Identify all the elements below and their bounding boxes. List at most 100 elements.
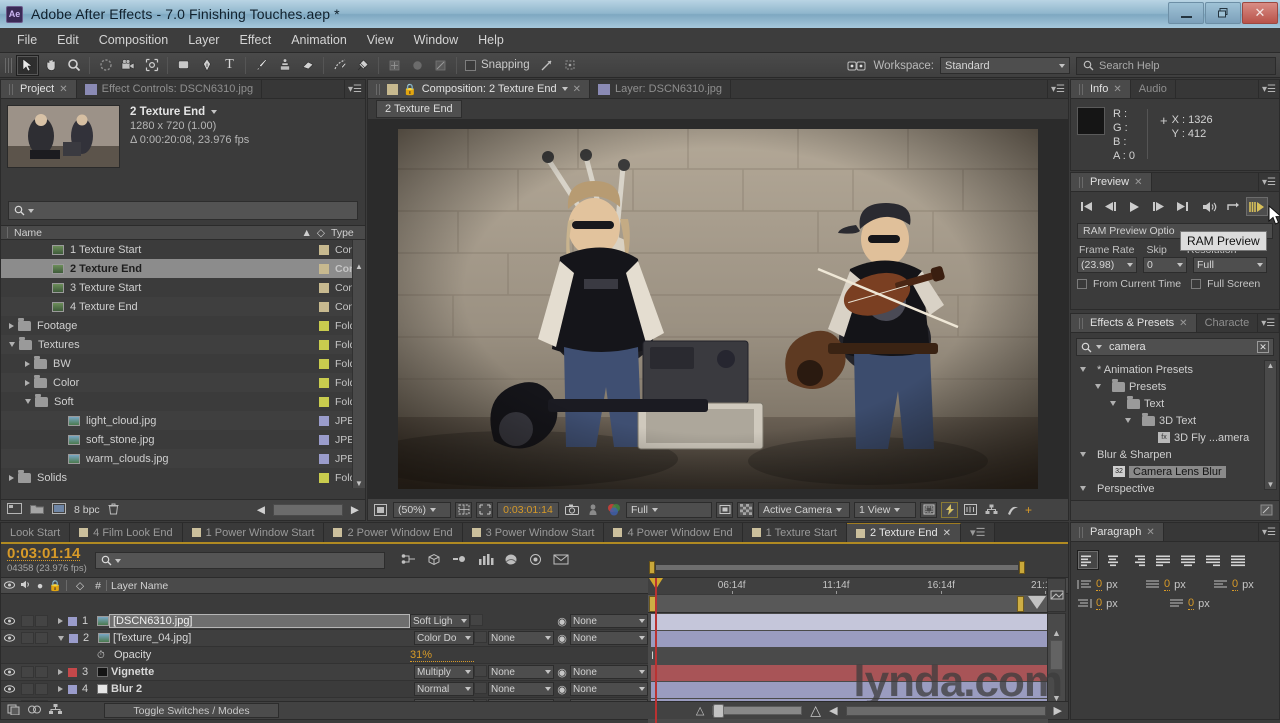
timeline-layer-row[interactable]: 1 [DSCN6310.jpg] Soft Ligh ◉ None — [1, 613, 648, 630]
resolution-select[interactable]: Full — [626, 501, 712, 518]
menu-window[interactable]: Window — [405, 30, 467, 50]
label-color-swatch[interactable] — [319, 339, 329, 350]
work-area-end-marker[interactable] — [1017, 596, 1024, 612]
blend-mode-select[interactable]: Color Do — [414, 631, 474, 645]
column-name[interactable]: Name — [14, 227, 42, 239]
timeline-tab[interactable]: 4 Power Window End — [604, 523, 743, 542]
twirl-closed-icon[interactable] — [9, 322, 14, 329]
twirl-closed-icon[interactable] — [25, 379, 30, 386]
preserve-transparency-toggle[interactable] — [470, 613, 484, 629]
play-button[interactable] — [1123, 197, 1145, 216]
opacity-value[interactable]: 31% — [410, 649, 474, 662]
last-frame-button[interactable] — [1171, 197, 1193, 216]
effects-tree-row[interactable]: fx 3D Fly ...amera — [1071, 429, 1279, 446]
pan-behind-tool-icon[interactable] — [140, 55, 163, 76]
paragraph-alignment-buttons[interactable] — [1071, 542, 1279, 574]
align-right-button[interactable] — [1127, 550, 1149, 570]
parent-select[interactable]: None — [570, 614, 648, 628]
skip-select[interactable]: 0 — [1143, 257, 1187, 273]
snapping-arrow-icon[interactable] — [536, 55, 559, 76]
menu-view[interactable]: View — [358, 30, 403, 50]
region-of-interest-toggle[interactable] — [716, 501, 733, 518]
project-item-row[interactable]: Color Fold — [1, 373, 365, 392]
pen-tool-icon[interactable] — [195, 55, 218, 76]
tab-layer[interactable]: Layer: DSCN6310.jpg — [590, 80, 732, 98]
comp-lock-icon[interactable]: 🔒 — [403, 83, 417, 96]
close-icon[interactable]: ✕ — [1179, 318, 1187, 329]
frame-blending-icon[interactable] — [528, 553, 543, 569]
video-toggle[interactable] — [1, 634, 17, 642]
layer-label-color[interactable] — [68, 667, 77, 677]
first-frame-button[interactable] — [1075, 197, 1097, 216]
loop-options-button[interactable] — [1222, 197, 1244, 216]
track-matte-select[interactable]: None — [488, 682, 554, 696]
parent-pickwhip-icon[interactable]: ◉ — [554, 666, 570, 679]
panel-menu-icon[interactable]: ▾☰ — [345, 80, 365, 98]
video-toggle[interactable] — [1, 668, 17, 676]
timeline-search-input[interactable] — [94, 552, 385, 569]
align-center-button[interactable] — [1102, 550, 1124, 570]
shape-tool-icon[interactable] — [172, 55, 195, 76]
audio-toggle-button[interactable] — [1198, 197, 1220, 216]
timeline-panel-menu-icon[interactable]: ▾☰ — [961, 523, 996, 542]
tab-composition[interactable]: 🔒 Composition: 2 Texture End ✕ — [368, 80, 591, 98]
tab-preview[interactable]: Preview ✕ — [1071, 173, 1152, 191]
timeline-layer-row[interactable]: 3 Vignette Multiply None ◉ None — [1, 664, 648, 681]
frame-rate-select[interactable]: (23.98) — [1077, 257, 1137, 273]
twirl-open-icon[interactable] — [1095, 384, 1101, 389]
project-item-row[interactable]: Soft Fold — [1, 392, 365, 411]
world-axis-mode-icon[interactable] — [406, 55, 429, 76]
track-matte-select[interactable]: None — [488, 631, 554, 645]
close-button[interactable]: ✕ — [1242, 2, 1278, 24]
workspace-switcher-icon[interactable] — [847, 60, 867, 72]
solo-toggle[interactable] — [35, 615, 48, 627]
project-hscrollbar[interactable] — [272, 504, 343, 516]
indent-right-margin-field[interactable]: 0 px — [1077, 597, 1135, 610]
tab-effect-controls[interactable]: Effect Controls: DSCN6310.jpg — [76, 80, 263, 98]
project-item-row[interactable]: light_cloud.jpg JPEG — [1, 411, 365, 430]
selection-tool-icon[interactable] — [16, 54, 39, 76]
label-color-swatch[interactable] — [319, 415, 329, 426]
rotation-tool-icon[interactable] — [94, 55, 117, 76]
video-toggle[interactable] — [1, 685, 17, 693]
track-matte-select[interactable]: None — [488, 665, 554, 679]
workspace-select[interactable]: Standard — [940, 57, 1070, 74]
breadcrumb[interactable]: 2 Texture End — [376, 100, 462, 118]
label-color-swatch[interactable] — [319, 301, 329, 312]
parent-select[interactable]: None — [570, 631, 648, 645]
space-before-paragraph-field[interactable]: 0 px — [1213, 578, 1271, 591]
parent-select[interactable]: None — [570, 665, 648, 679]
roto-brush-tool-icon[interactable] — [328, 55, 351, 76]
panel-menu-icon[interactable]: ▾☰ — [1259, 523, 1279, 541]
indent-left-margin-field[interactable]: 0 px — [1077, 578, 1135, 591]
timeline-tab[interactable]: 1 Texture Start — [742, 523, 847, 542]
project-item-row[interactable]: 4 Texture End Con — [1, 297, 365, 316]
parent-column-icon[interactable] — [49, 703, 62, 718]
twirl-closed-icon[interactable] — [58, 686, 63, 692]
timeline-tab[interactable]: 3 Power Window Start — [462, 523, 605, 542]
timeline-tab[interactable]: Look Start — [1, 523, 71, 542]
timeline-hscrollbar[interactable] — [845, 705, 1046, 716]
project-hscroll-right[interactable]: ▶ — [351, 504, 359, 516]
justify-last-left-button[interactable] — [1152, 550, 1174, 570]
layer-duration-bar[interactable] — [651, 614, 1048, 630]
timeline-vscrollbar[interactable]: ▲ ▼ — [1047, 613, 1066, 705]
layer-name[interactable]: Vignette — [108, 666, 414, 678]
work-area-end-handle[interactable] — [1019, 561, 1025, 574]
project-search-input[interactable] — [8, 201, 358, 220]
timeline-tab[interactable]: 4 Film Look End — [70, 523, 183, 542]
menu-composition[interactable]: Composition — [90, 30, 177, 50]
timeline-timecode-block[interactable]: 0:03:01:14 04358 (23.976 fps) — [7, 546, 87, 575]
motion-blur-icon[interactable] — [452, 553, 468, 568]
twirl-closed-icon[interactable] — [25, 360, 30, 367]
work-area-bar[interactable] — [648, 559, 1048, 578]
minimize-button[interactable] — [1168, 2, 1204, 24]
label-color-swatch[interactable] — [319, 377, 329, 388]
panel-menu-icon[interactable]: ▾☰ — [1259, 80, 1279, 98]
solo-toggle[interactable] — [35, 683, 48, 695]
view-axis-mode-icon[interactable] — [429, 55, 452, 76]
zoom-in-icon[interactable]: △ — [810, 702, 821, 719]
delete-icon[interactable] — [108, 503, 119, 518]
close-icon[interactable]: ✕ — [59, 84, 67, 95]
layer-switches-icon[interactable] — [7, 704, 20, 718]
